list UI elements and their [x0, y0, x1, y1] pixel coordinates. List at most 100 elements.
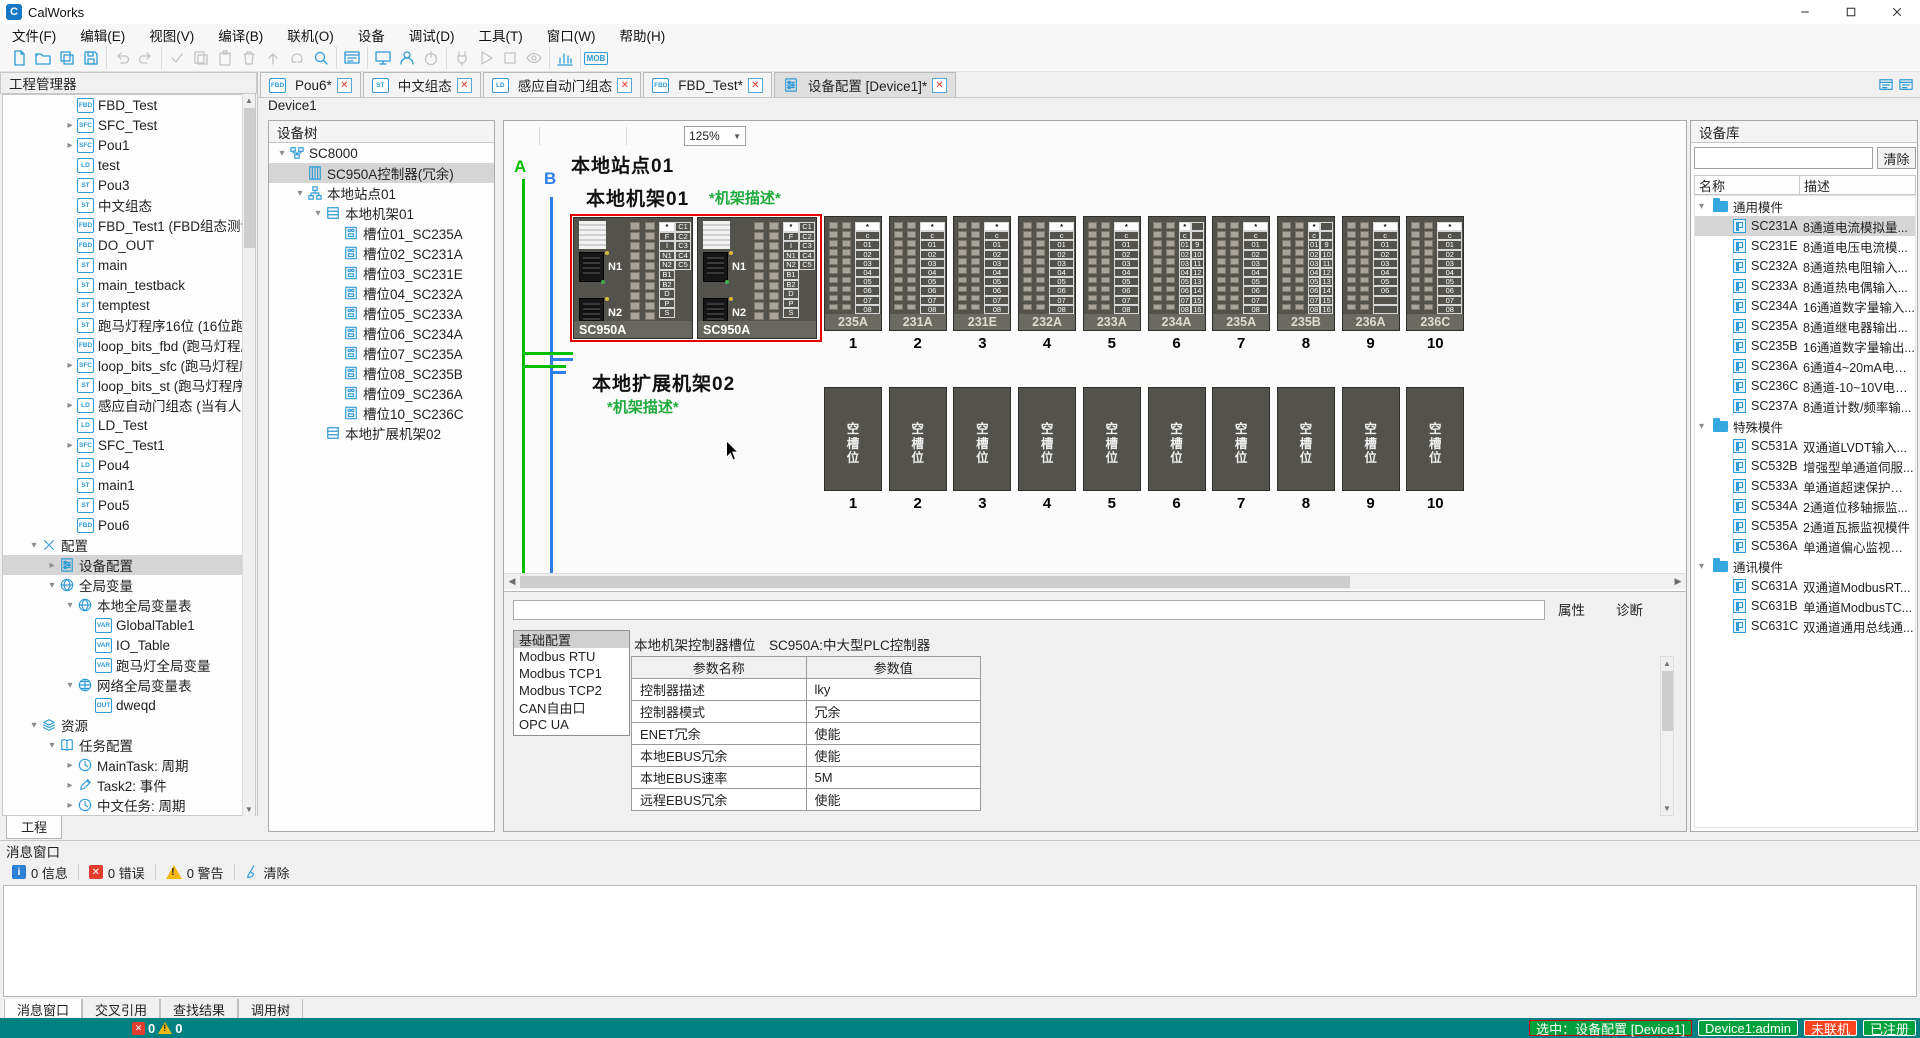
upload-icon[interactable] [261, 47, 285, 69]
menu-item-4[interactable]: 编译(B) [206, 24, 275, 46]
empty-slot[interactable]: 空槽位 [1406, 387, 1464, 491]
tree-item[interactable]: 槽位10_SC236C [269, 403, 494, 423]
library-item[interactable]: SC533A单通道超速保护模件 [1695, 476, 1915, 496]
tree-item[interactable]: FBDDO_OUT [3, 235, 255, 255]
param-value[interactable]: 5M [806, 767, 980, 789]
empty-slot[interactable]: 空槽位 [953, 387, 1011, 491]
bottom-tab-1[interactable]: 消息窗口 [4, 999, 82, 1019]
io-module-236c[interactable]: *c0102030405060708236C [1406, 216, 1464, 331]
delete-icon[interactable] [597, 125, 621, 147]
project-tree-scrollbar[interactable]: ▲ ▼ [242, 94, 255, 816]
config-section-6[interactable]: OPC UA [514, 716, 629, 733]
library-item[interactable]: SC237A8通道计数/频率输... [1695, 396, 1915, 416]
io-module-233a[interactable]: *c0102030405060708233A [1083, 216, 1141, 331]
tab-project[interactable]: 工程 [6, 816, 62, 839]
tab-fbd_test[interactable]: FBDFBD_Test*✕ [643, 72, 772, 97]
io-module-235b[interactable]: *c0190210031104120513061407150816235B [1277, 216, 1335, 331]
watch-eye-icon[interactable] [522, 47, 546, 69]
tree-item[interactable]: 槽位08_SC235B [269, 363, 494, 383]
monitor-config-icon[interactable] [371, 47, 395, 69]
tree-item[interactable]: ▾本地机架01 [269, 203, 494, 223]
tab-pou6[interactable]: FBDPou6*✕ [260, 72, 361, 97]
power-icon[interactable] [419, 47, 443, 69]
menu-item-9[interactable]: 窗口(W) [535, 24, 608, 46]
library-item[interactable]: SC235A8通道继电器输出... [1695, 316, 1915, 336]
library-item[interactable]: SC232A8通道热电阻输入... [1695, 256, 1915, 276]
close-panel-icon[interactable] [236, 75, 252, 91]
tree-item[interactable]: STmain [3, 255, 255, 275]
io-module-235a[interactable]: *c0102030405060708235A [824, 216, 882, 331]
library-item[interactable]: SC231A8通道电流模拟量... [1695, 216, 1915, 236]
info-filter-button[interactable]: i0 信息 [4, 862, 76, 882]
pin-icon[interactable] [1854, 843, 1870, 859]
tree-item[interactable]: 槽位05_SC233A [269, 303, 494, 323]
library-group[interactable]: ▾特殊模件 [1695, 416, 1915, 436]
tree-item[interactable]: ▾网络全局变量表 [3, 675, 255, 695]
param-value[interactable]: 使能 [806, 745, 980, 767]
library-item[interactable]: SC233A8通道热电偶输入... [1695, 276, 1915, 296]
empty-slot[interactable]: 空槽位 [1212, 387, 1270, 491]
tab-close-icon[interactable]: ✕ [932, 78, 947, 93]
tree-item[interactable]: STmain_testback [3, 275, 255, 295]
tree-item[interactable]: FBDFBD_Test [3, 95, 255, 115]
tree-item[interactable]: ▸中文任务: 周期 [3, 795, 255, 815]
menu-item-6[interactable]: 设备 [346, 24, 397, 46]
io-module-231e[interactable]: *c0102030405060708231E [953, 216, 1011, 331]
expand-icon[interactable]: ▸ [63, 780, 77, 791]
tree-item[interactable]: ▾SC8000 [269, 143, 494, 163]
tree-item[interactable]: ▾任务配置 [3, 735, 255, 755]
settings-panel-icon[interactable] [340, 47, 364, 69]
new-file-icon[interactable] [7, 47, 31, 69]
menu-item-10[interactable]: 帮助(H) [607, 24, 677, 46]
io-module-234a[interactable]: *c0190210031104120513061407150816234A [1148, 216, 1206, 331]
zoom-level-select[interactable]: 125% ▼ [684, 126, 746, 146]
tree-item[interactable]: 槽位01_SC235A [269, 223, 494, 243]
expand-icon[interactable]: ▸ [63, 140, 77, 151]
tree-item[interactable]: ▸SFCloop_bits_sfc (跑马灯程序) [3, 355, 255, 375]
collapse-icon[interactable]: ▾ [1699, 421, 1713, 432]
menu-item-1[interactable]: 文件(F) [0, 24, 68, 46]
tree-item[interactable]: LDPou4 [3, 455, 255, 475]
save-all-icon[interactable] [55, 47, 79, 69]
stop-icon[interactable] [498, 47, 522, 69]
library-item[interactable]: SC236C8通道-10~10V电压... [1695, 376, 1915, 396]
tab-[interactable]: LD感应自动门组态✕ [483, 72, 642, 97]
tree-item[interactable]: ▾本地全局变量表 [3, 595, 255, 615]
tree-item[interactable]: VARGlobalTable1 [3, 615, 255, 635]
collapse-icon[interactable]: ▾ [1699, 561, 1713, 572]
redo-icon[interactable] [134, 47, 158, 69]
expand-icon[interactable]: ▸ [63, 440, 77, 451]
parameter-table-scrollbar[interactable]: ▲ ▼ [1660, 656, 1674, 816]
window-layout-icon[interactable] [1898, 77, 1914, 93]
library-search-input[interactable] [1694, 147, 1873, 169]
login-icon[interactable] [395, 47, 419, 69]
config-section-3[interactable]: Modbus TCP1 [514, 665, 629, 682]
pin-icon[interactable] [196, 75, 212, 91]
tab-[interactable]: ST中文组态✕ [363, 72, 481, 97]
tab-close-icon[interactable]: ✕ [457, 78, 472, 93]
tree-item[interactable]: ST跑马灯程序16位 (16位跑... [3, 315, 255, 335]
loop-icon[interactable] [285, 47, 309, 69]
tree-item[interactable]: STmain1 [3, 475, 255, 495]
collapse-icon[interactable]: ▾ [1699, 201, 1713, 212]
chart-icon[interactable] [553, 47, 577, 69]
collapse-icon[interactable]: ▾ [63, 680, 77, 691]
library-item[interactable]: SC531A双通道LVDT输入... [1695, 436, 1915, 456]
tree-item[interactable]: 槽位06_SC234A [269, 323, 494, 343]
tree-item[interactable]: ▸LD感应自动门组态 (当有人... [3, 395, 255, 415]
library-group[interactable]: ▾通用模件 [1695, 196, 1915, 216]
param-value[interactable]: lky [806, 679, 980, 701]
tree-item[interactable]: VAR跑马灯全局变量 [3, 655, 255, 675]
tree-item[interactable]: STPou5 [3, 495, 255, 515]
empty-slot[interactable]: 空槽位 [1148, 387, 1206, 491]
canvas-horizontal-scrollbar[interactable]: ◀ ▶ [504, 573, 1686, 589]
empty-slot[interactable]: 空槽位 [1342, 387, 1400, 491]
tree-item[interactable]: 槽位07_SC235A [269, 343, 494, 363]
diagnostics-button[interactable]: 诊断 [1610, 598, 1667, 620]
compile-check-icon[interactable] [165, 47, 189, 69]
minimize-button[interactable] [1782, 0, 1828, 24]
save-icon[interactable] [79, 47, 103, 69]
collapse-icon[interactable]: ▾ [45, 580, 59, 591]
library-name-header[interactable]: 名称 [1695, 176, 1800, 194]
run-icon[interactable] [474, 47, 498, 69]
